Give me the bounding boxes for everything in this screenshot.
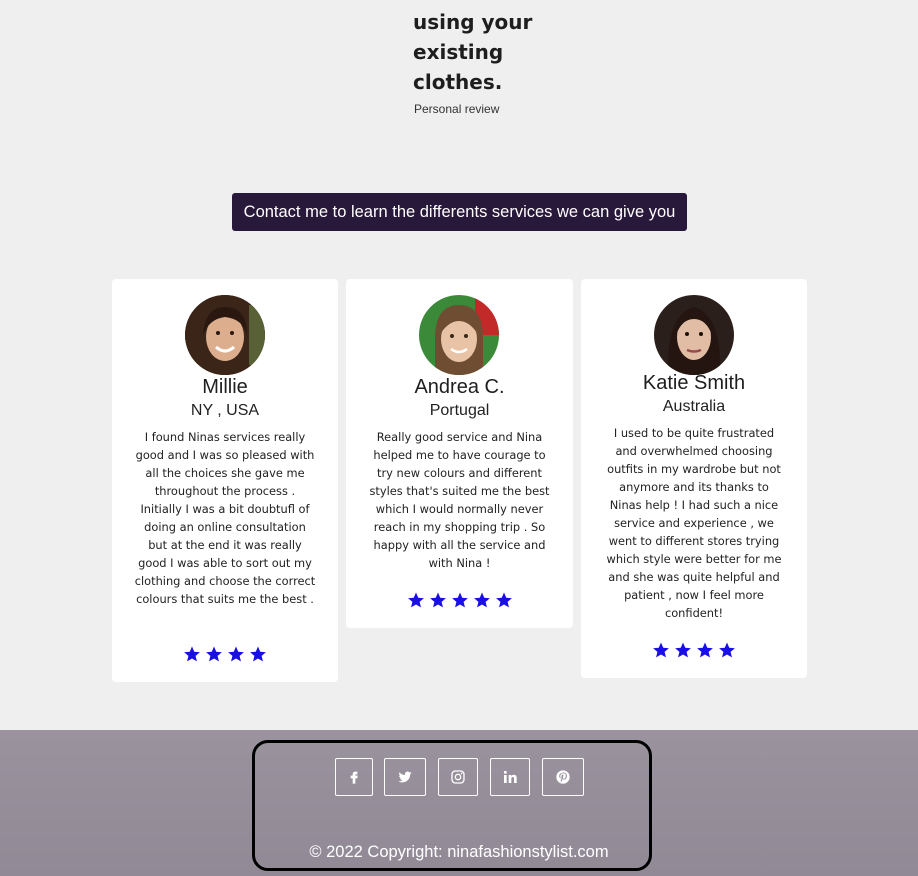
avatar bbox=[419, 295, 499, 375]
star-icon bbox=[206, 646, 222, 662]
card-review: I used to be quite frustrated and overwh… bbox=[606, 426, 782, 620]
pinterest-icon bbox=[556, 770, 570, 784]
star-icon bbox=[697, 642, 713, 658]
card-name: Katie Smith bbox=[642, 372, 746, 394]
hero-heading-line-3: clothes. bbox=[413, 70, 503, 94]
star-icon bbox=[407, 592, 424, 608]
rating-stars bbox=[112, 645, 338, 663]
card-name: Andrea C. bbox=[414, 376, 505, 398]
card-review: I found Ninas services really good and I… bbox=[134, 430, 316, 606]
instagram-button[interactable] bbox=[438, 758, 478, 796]
hero-subtitle: Personal review bbox=[414, 102, 500, 116]
star-icon bbox=[228, 646, 244, 662]
star-icon bbox=[451, 592, 468, 608]
star-icon bbox=[719, 642, 735, 658]
card-name: Millie bbox=[202, 376, 248, 398]
rating-stars bbox=[581, 641, 807, 659]
pinterest-button[interactable] bbox=[542, 758, 584, 796]
contact-button[interactable]: Contact me to learn the differents servi… bbox=[232, 193, 687, 231]
testimonial-card: Millie NY , USA I found Ninas services r… bbox=[112, 279, 338, 682]
card-location: Portugal bbox=[429, 402, 490, 419]
linkedin-button[interactable] bbox=[490, 758, 530, 796]
facebook-button[interactable] bbox=[335, 758, 373, 796]
avatar bbox=[185, 295, 265, 375]
card-review: Really good service and Nina helped me t… bbox=[369, 430, 550, 570]
linkedin-icon bbox=[503, 770, 517, 783]
instagram-icon bbox=[451, 770, 465, 784]
twitter-icon bbox=[398, 771, 412, 783]
rating-stars bbox=[346, 591, 573, 609]
star-icon bbox=[653, 642, 669, 658]
hero-heading-line-1: using your bbox=[413, 10, 533, 34]
star-icon bbox=[495, 592, 512, 608]
star-icon bbox=[184, 646, 200, 662]
testimonial-card: Andrea C. Portugal Really good service a… bbox=[346, 279, 573, 628]
avatar bbox=[654, 295, 734, 375]
card-location: Australia bbox=[662, 398, 726, 415]
twitter-button[interactable] bbox=[384, 758, 426, 796]
copyright-text: © 2022 Copyright: ninafashionstylist.com bbox=[309, 843, 609, 861]
star-icon bbox=[473, 592, 490, 608]
testimonial-card: Katie Smith Australia I used to be quite… bbox=[581, 279, 807, 678]
star-icon bbox=[429, 592, 446, 608]
hero-heading-line-2: existing bbox=[413, 40, 504, 64]
facebook-icon bbox=[350, 771, 358, 784]
star-icon bbox=[675, 642, 691, 658]
star-icon bbox=[250, 646, 266, 662]
card-location: NY , USA bbox=[190, 402, 260, 419]
